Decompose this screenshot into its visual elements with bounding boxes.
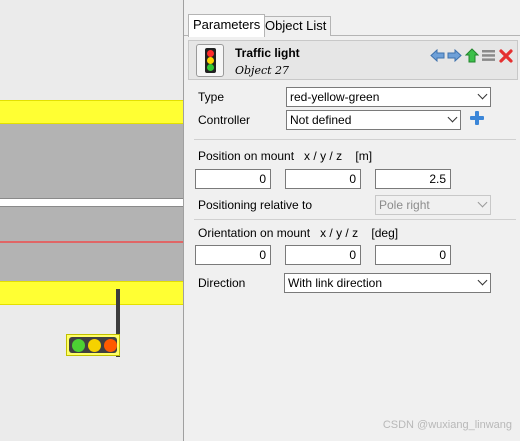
orientation-inputs: 0 0 0 [184,245,520,265]
green-lamp-icon [72,339,85,352]
relpos-select[interactable]: Pole right [375,195,491,215]
arrow-left-icon[interactable] [430,48,445,63]
relpos-value: Pole right [379,198,430,212]
link-line[interactable] [0,241,183,243]
type-row: Type red-yellow-green [184,87,520,107]
chevron-down-icon [477,197,488,208]
orientation-y-input[interactable]: 0 [285,245,361,265]
red-lamp-icon [104,339,117,352]
traffic-light-housing [69,337,117,353]
road-lane-lower[interactable] [0,207,183,281]
orientation-x-input[interactable]: 0 [195,245,271,265]
controller-value: Not defined [290,113,352,127]
yellow-band-top [0,100,183,124]
yellow-lamp-icon [88,339,101,352]
relpos-row: Positioning relative to Pole right [184,195,520,215]
divider [194,219,516,220]
controller-select[interactable]: Not defined [286,110,461,130]
position-y-input[interactable]: 0 [285,169,361,189]
arrow-up-icon[interactable] [464,48,479,63]
controller-label: Controller [198,113,251,127]
add-controller-icon[interactable] [469,110,485,126]
watermark: CSDN @wuxiang_linwang [382,419,512,431]
chevron-down-icon [477,89,488,100]
object-header: Traffic light Object 27 [188,40,518,80]
type-value: red-yellow-green [290,90,380,104]
object-subtitle: Object 27 [235,64,290,77]
traffic-light-icon [196,44,224,77]
type-label: Type [198,90,225,104]
chevron-down-icon [447,112,458,123]
properties-panel: Parameters Object List Traffic light Obj… [183,0,520,441]
tab-bar: Parameters Object List [184,14,520,37]
arrow-right-icon[interactable] [447,48,462,63]
traffic-light-object[interactable] [66,334,120,356]
list-icon[interactable] [481,48,496,63]
lane-divider [0,198,183,207]
position-label: Position on mount x / y / z [m] [198,149,373,163]
position-inputs: 0 0 2.5 [184,169,520,189]
chevron-down-icon [477,275,488,286]
direction-row: Direction With link direction [184,273,520,293]
orientation-z-input[interactable]: 0 [375,245,451,265]
tab-parameters[interactable]: Parameters [188,14,266,37]
delete-icon[interactable] [498,48,513,63]
orientation-label-row: Orientation on mount x / y / z [deg] [184,223,520,243]
position-label-row: Position on mount x / y / z [m] [184,146,520,166]
relpos-label: Positioning relative to [198,198,313,212]
yellow-band-bottom [0,281,183,305]
position-z-input[interactable]: 2.5 [375,169,451,189]
position-x-input[interactable]: 0 [195,169,271,189]
direction-select[interactable]: With link direction [284,273,491,293]
direction-value: With link direction [288,276,383,290]
direction-label: Direction [198,276,246,290]
orientation-label: Orientation on mount x / y / z [deg] [198,226,399,240]
network-canvas[interactable] [0,0,183,441]
tab-object-list[interactable]: Object List [260,16,332,36]
type-select[interactable]: red-yellow-green [286,87,491,107]
divider [194,139,516,140]
road-lane-upper[interactable] [0,124,183,198]
header-toolbar [430,48,513,64]
object-title: Traffic light [235,46,300,60]
